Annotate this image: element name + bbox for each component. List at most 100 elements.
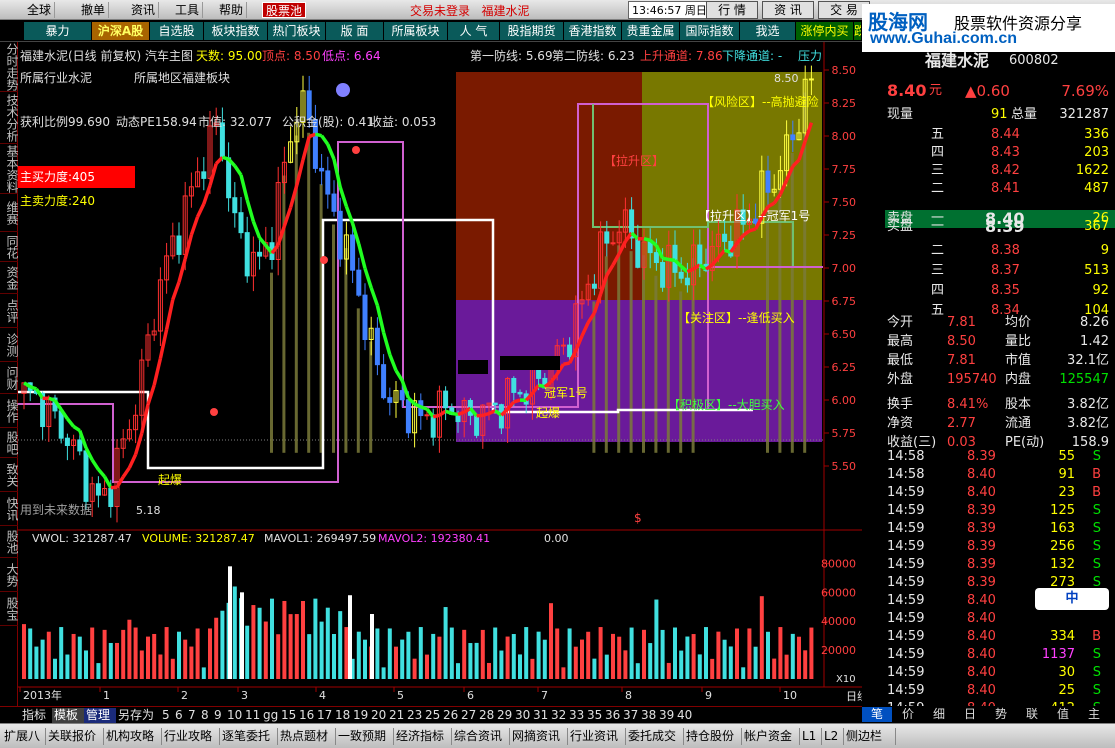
left-tab-1[interactable]: 技术分析 bbox=[0, 92, 19, 144]
indicator-tab-13[interactable]: 16 bbox=[297, 708, 315, 723]
indicator-tab-10[interactable]: 11 bbox=[243, 708, 261, 723]
tab-popularity[interactable]: 人 气 bbox=[448, 22, 500, 40]
function-tab-12[interactable]: 持仓股份 bbox=[684, 728, 742, 745]
indicator-tab-3[interactable]: 另存为 bbox=[116, 708, 160, 723]
quote-tab-4[interactable]: 势 bbox=[986, 707, 1016, 722]
ime-indicator[interactable]: 中 bbox=[1035, 588, 1109, 610]
indicator-tab-7[interactable]: 8 bbox=[199, 708, 212, 723]
function-tab-4[interactable]: 逐笔委托 bbox=[220, 728, 278, 745]
indicator-tab-0[interactable]: 指标 bbox=[20, 708, 52, 723]
function-tab-10[interactable]: 行业资讯 bbox=[568, 728, 626, 745]
function-tab-8[interactable]: 综合资讯 bbox=[452, 728, 510, 745]
indicator-tab-32[interactable]: 38 bbox=[639, 708, 657, 723]
quote-tab-5[interactable]: 联 bbox=[1017, 707, 1047, 722]
function-tab-3[interactable]: 行业攻略 bbox=[162, 728, 220, 745]
quote-tab-1[interactable]: 价 bbox=[893, 707, 923, 722]
left-tab-6[interactable]: 点评 bbox=[0, 294, 19, 328]
tab-violence[interactable]: 暴力 bbox=[24, 22, 92, 40]
function-tab-1[interactable]: 关联报价 bbox=[46, 728, 104, 745]
indicator-tab-24[interactable]: 29 bbox=[495, 708, 513, 723]
indicator-tab-22[interactable]: 27 bbox=[459, 708, 477, 723]
indicator-tab-34[interactable]: 40 bbox=[675, 708, 693, 723]
indicator-tab-2[interactable]: 管理 bbox=[84, 708, 116, 723]
tab-hk-index[interactable]: 香港指数 bbox=[564, 22, 622, 40]
quote-tab-2[interactable]: 细 bbox=[924, 707, 954, 722]
left-tab-3[interactable]: 维赛 bbox=[0, 194, 19, 232]
left-tab-4[interactable]: 同花 bbox=[0, 232, 19, 262]
left-tab-7[interactable]: 诊测 bbox=[0, 328, 19, 362]
indicator-tab-26[interactable]: 31 bbox=[531, 708, 549, 723]
indicator-tab-8[interactable]: 9 bbox=[212, 708, 225, 723]
indicator-tab-20[interactable]: 25 bbox=[423, 708, 441, 723]
quote-tab-7[interactable]: 主 bbox=[1079, 707, 1109, 722]
tab-sector-index[interactable]: 板块指数 bbox=[204, 22, 268, 40]
left-tab-9[interactable]: 操作 bbox=[0, 394, 19, 428]
indicator-tab-5[interactable]: 6 bbox=[173, 708, 186, 723]
function-tab-0[interactable]: 扩展八 bbox=[2, 728, 46, 745]
indicator-tab-11[interactable]: gg bbox=[261, 708, 279, 723]
menu-news[interactable]: 资讯 bbox=[128, 2, 160, 18]
quotes-button[interactable]: 行 情 bbox=[706, 1, 758, 19]
left-tab-11[interactable]: 致关 bbox=[0, 458, 19, 492]
indicator-tab-16[interactable]: 19 bbox=[351, 708, 369, 723]
tab-watchlist[interactable]: 自选股 bbox=[150, 22, 204, 40]
quote-tab-0[interactable]: 笔 bbox=[862, 707, 892, 722]
indicator-tab-25[interactable]: 30 bbox=[513, 708, 531, 723]
function-tab-6[interactable]: 一致预期 bbox=[336, 728, 394, 745]
indicator-tab-27[interactable]: 32 bbox=[549, 708, 567, 723]
indicator-tab-17[interactable]: 20 bbox=[369, 708, 387, 723]
left-tab-12[interactable]: 快讯 bbox=[0, 492, 19, 526]
indicator-tab-1[interactable]: 模板 bbox=[52, 708, 84, 723]
indicator-tab-18[interactable]: 21 bbox=[387, 708, 405, 723]
function-tab-11[interactable]: 委托成交 bbox=[626, 728, 684, 745]
quote-tab-3[interactable]: 日 bbox=[955, 707, 985, 722]
tab-intl-index[interactable]: 国际指数 bbox=[680, 22, 740, 40]
menu-global[interactable]: 全球 bbox=[24, 2, 56, 18]
function-tab-2[interactable]: 机构攻略 bbox=[104, 728, 162, 745]
tab-metals[interactable]: 贵重金属 bbox=[622, 22, 680, 40]
indicator-tab-21[interactable]: 26 bbox=[441, 708, 459, 723]
menu-stock-pool[interactable]: 股票池 bbox=[262, 2, 307, 18]
indicator-tab-28[interactable]: 33 bbox=[567, 708, 585, 723]
menu-tools[interactable]: 工具 bbox=[172, 2, 204, 18]
function-tab-15[interactable]: L2 bbox=[822, 728, 844, 745]
kline-chart[interactable]: 8.50 8.25 8.00 7.75 7.50 7.25 7.00 6.75 6.50 6.25… bbox=[18, 42, 862, 706]
quote-tab-6[interactable]: 值 bbox=[1048, 707, 1078, 722]
indicator-tab-19[interactable]: 23 bbox=[405, 708, 423, 723]
function-tab-9[interactable]: 网摘资讯 bbox=[510, 728, 568, 745]
news-button[interactable]: 资 讯 bbox=[762, 1, 814, 19]
indicator-tab-30[interactable]: 36 bbox=[603, 708, 621, 723]
tab-my-pick[interactable]: 我选 bbox=[740, 22, 796, 40]
indicator-tab-29[interactable]: 35 bbox=[585, 708, 603, 723]
indicator-tab-33[interactable]: 39 bbox=[657, 708, 675, 723]
left-tab-8[interactable]: 问财 bbox=[0, 362, 19, 394]
left-tab-13[interactable]: 股池 bbox=[0, 526, 19, 558]
tab-a-shares[interactable]: 沪深A股 bbox=[92, 22, 150, 40]
indicator-tab-14[interactable]: 17 bbox=[315, 708, 333, 723]
tab-limit-up[interactable]: 涨停内买 bbox=[796, 22, 854, 40]
indicator-tab-31[interactable]: 37 bbox=[621, 708, 639, 723]
indicator-tab-6[interactable]: 7 bbox=[186, 708, 199, 723]
left-tab-14[interactable]: 大势 bbox=[0, 558, 19, 592]
menu-cancel-order[interactable]: 撤单 bbox=[78, 2, 110, 18]
left-tab-2[interactable]: 基本资料 bbox=[0, 144, 19, 194]
function-tab-5[interactable]: 热点题材 bbox=[278, 728, 336, 745]
tab-layout[interactable]: 版 面 bbox=[326, 22, 384, 40]
tab-futures[interactable]: 股指期货 bbox=[500, 22, 564, 40]
indicator-tab-4[interactable]: 5 bbox=[160, 708, 173, 723]
function-tab-16[interactable]: 侧边栏 bbox=[844, 728, 896, 745]
left-tab-5[interactable]: 资金 bbox=[0, 262, 19, 294]
left-tab-15[interactable]: 股宝 bbox=[0, 592, 19, 626]
function-tab-13[interactable]: 帐户资金 bbox=[742, 728, 800, 745]
function-tab-7[interactable]: 经济指标 bbox=[394, 728, 452, 745]
left-tab-0[interactable]: 分时走势 bbox=[0, 42, 19, 92]
tab-limit-down[interactable]: 跌停 bbox=[854, 22, 862, 40]
indicator-tab-23[interactable]: 28 bbox=[477, 708, 495, 723]
function-tab-14[interactable]: L1 bbox=[800, 728, 822, 745]
indicator-tab-12[interactable]: 15 bbox=[279, 708, 297, 723]
left-tab-10[interactable]: 股吧 bbox=[0, 428, 19, 458]
tab-hot-sectors[interactable]: 热门板块 bbox=[268, 22, 326, 40]
indicator-tab-9[interactable]: 10 bbox=[225, 708, 243, 723]
tab-own-sector[interactable]: 所属板块 bbox=[384, 22, 448, 40]
menu-help[interactable]: 帮助 bbox=[216, 2, 248, 18]
